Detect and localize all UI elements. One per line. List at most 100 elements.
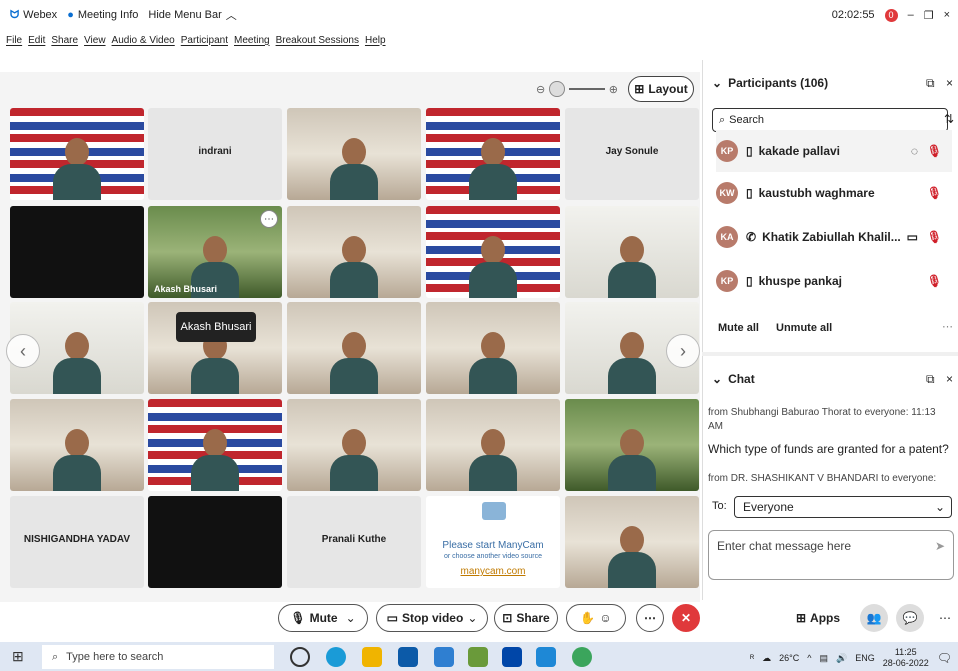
panel-more-button[interactable]: ⋯ [936,604,954,632]
participant-row[interactable]: KP ▯ khuspe pankaj 🎙 [716,260,952,302]
menu-view[interactable]: View [84,35,106,46]
apps-button[interactable]: ⊞ Apps [786,604,850,632]
video-tile[interactable] [565,496,699,588]
menu-file[interactable]: File [6,35,22,46]
manycam-link[interactable]: manycam.com [426,566,560,577]
video-tile[interactable] [426,399,560,491]
chat-header[interactable]: ⌄ Chat [712,372,755,386]
video-tile[interactable] [148,496,282,588]
participant-row[interactable]: KA ✆ Khatik Zabiullah Khalil... ▭ 🎙 [716,216,952,258]
muted-microphone-icon[interactable]: 🎙 [927,230,942,244]
people-icon[interactable]: ᴿ [750,653,754,663]
reactions-group[interactable]: ✋ ☺ [566,604,626,632]
video-tile[interactable] [10,206,144,298]
video-tile[interactable]: NISHIGANDHA YADAV [10,496,144,588]
mail-icon[interactable] [398,647,418,667]
send-icon[interactable]: ➤ [935,539,945,553]
edge-browser-icon[interactable] [326,647,346,667]
chrome-icon[interactable] [572,647,592,667]
video-tile[interactable] [426,206,560,298]
mute-button[interactable]: 🎙 Mute ⌄ [278,604,368,632]
zoom-slider[interactable]: ⊖ ⊕ [536,78,618,100]
video-tile[interactable] [565,206,699,298]
menu-participant[interactable]: Participant [181,35,228,46]
popout-icon[interactable]: ⧉ [926,372,935,387]
share-button[interactable]: ⊡ Share [494,604,558,632]
close-panel-icon[interactable]: × [946,76,953,90]
notifications-icon[interactable]: 🗨 [937,651,952,665]
cortana-icon[interactable] [290,647,310,667]
participant-row[interactable]: KP ▯ kakade pallavi ◌ 🎙 [716,130,952,172]
app-taskbar-icon[interactable] [536,647,556,667]
unmute-all-button[interactable]: Unmute all [776,322,832,334]
participants-more-icon[interactable]: ⋯ [942,320,953,333]
meeting-info-button[interactable]: ● Meeting Info [67,9,138,21]
next-page-arrow[interactable]: › [666,334,700,368]
tray-chevron-up-icon[interactable]: ^ [807,653,811,663]
video-tile[interactable] [148,399,282,491]
paint-icon[interactable] [468,647,488,667]
emoji-icon[interactable]: ☺ [599,611,611,625]
prev-page-arrow[interactable]: ‹ [6,334,40,368]
menu-meeting[interactable]: Meeting [234,35,270,46]
video-tile[interactable]: Akash Bhusari ⋯ [148,206,282,298]
muted-microphone-icon[interactable]: 🎙 [927,274,942,288]
zoom-out-icon[interactable]: ⊖ [536,83,545,96]
network-icon[interactable]: ▤ [819,653,828,664]
webex-taskbar-icon[interactable] [502,647,522,667]
close-chat-icon[interactable]: × [946,372,953,386]
chat-recipient-select[interactable]: Everyone ⌄ [734,496,952,518]
minimize-button[interactable]: – [908,9,914,21]
video-tile[interactable] [287,108,421,200]
video-tile[interactable]: Please start ManyCam or choose another vi… [426,496,560,588]
menu-audio-video[interactable]: Audio & Video [112,35,175,46]
video-tile[interactable] [426,302,560,394]
video-tile[interactable] [10,399,144,491]
store-icon[interactable] [434,647,454,667]
taskbar-search-input[interactable]: ⌕ Type here to search [42,645,274,669]
video-tile[interactable]: Jay Sonule [565,108,699,200]
volume-icon[interactable]: 🔊 [836,653,847,664]
sort-icon[interactable]: ⇅ [944,112,954,126]
layout-button[interactable]: ⊞ Layout [628,76,694,102]
file-explorer-icon[interactable] [362,647,382,667]
zoom-slider-track[interactable] [568,88,605,90]
windows-start-icon[interactable]: ⊞ [12,648,24,665]
chat-panel-button[interactable]: 💬 [896,604,924,632]
search-icon: ⌕ [52,650,59,663]
close-button[interactable]: × [944,9,950,21]
raise-hand-icon[interactable]: ✋ [580,611,595,625]
video-tile[interactable] [565,399,699,491]
tile-more-button[interactable]: ⋯ [260,210,278,228]
muted-microphone-icon[interactable]: 🎙 [927,144,942,158]
video-tile[interactable] [287,302,421,394]
stop-video-button[interactable]: ▭ Stop video ⌄ [376,604,488,632]
popout-icon[interactable]: ⧉ [926,76,935,91]
video-tile[interactable] [287,399,421,491]
chat-message-input[interactable]: Enter chat message here ➤ [708,530,954,580]
video-tile[interactable] [10,108,144,200]
zoom-in-icon[interactable]: ⊕ [609,83,618,96]
participant-search-input[interactable]: ⌕ Search [712,108,948,132]
end-call-button[interactable]: ✕ [672,604,700,632]
muted-microphone-icon[interactable]: 🎙 [927,186,942,200]
hide-menu-bar-button[interactable]: Hide Menu Bar ︿ [148,7,236,23]
restore-button[interactable]: ❐ [924,9,934,22]
menu-share[interactable]: Share [51,35,78,46]
more-options-button[interactable]: ⋯ [636,604,664,632]
participants-header[interactable]: ⌄ Participants (106) [712,76,828,90]
participants-panel-button[interactable]: 👥 [860,604,888,632]
clock[interactable]: 11:25 28-06-2022 [883,647,929,669]
video-tile[interactable] [426,108,560,200]
participant-row[interactable]: KW ▯ kaustubh waghmare 🎙 [716,172,952,214]
menu-edit[interactable]: Edit [28,35,45,46]
video-tile[interactable]: Pranali Kuthe [287,496,421,588]
mute-all-button[interactable]: Mute all [718,322,759,334]
menu-breakout-sessions[interactable]: Breakout Sessions [276,35,359,46]
language-indicator[interactable]: ENG [855,653,875,663]
video-tile[interactable]: indrani [148,108,282,200]
menu-help[interactable]: Help [365,35,386,46]
video-tile[interactable] [287,206,421,298]
zoom-slider-handle[interactable] [549,81,565,97]
webex-app-menu[interactable]: ᗢ Webex [10,9,57,22]
